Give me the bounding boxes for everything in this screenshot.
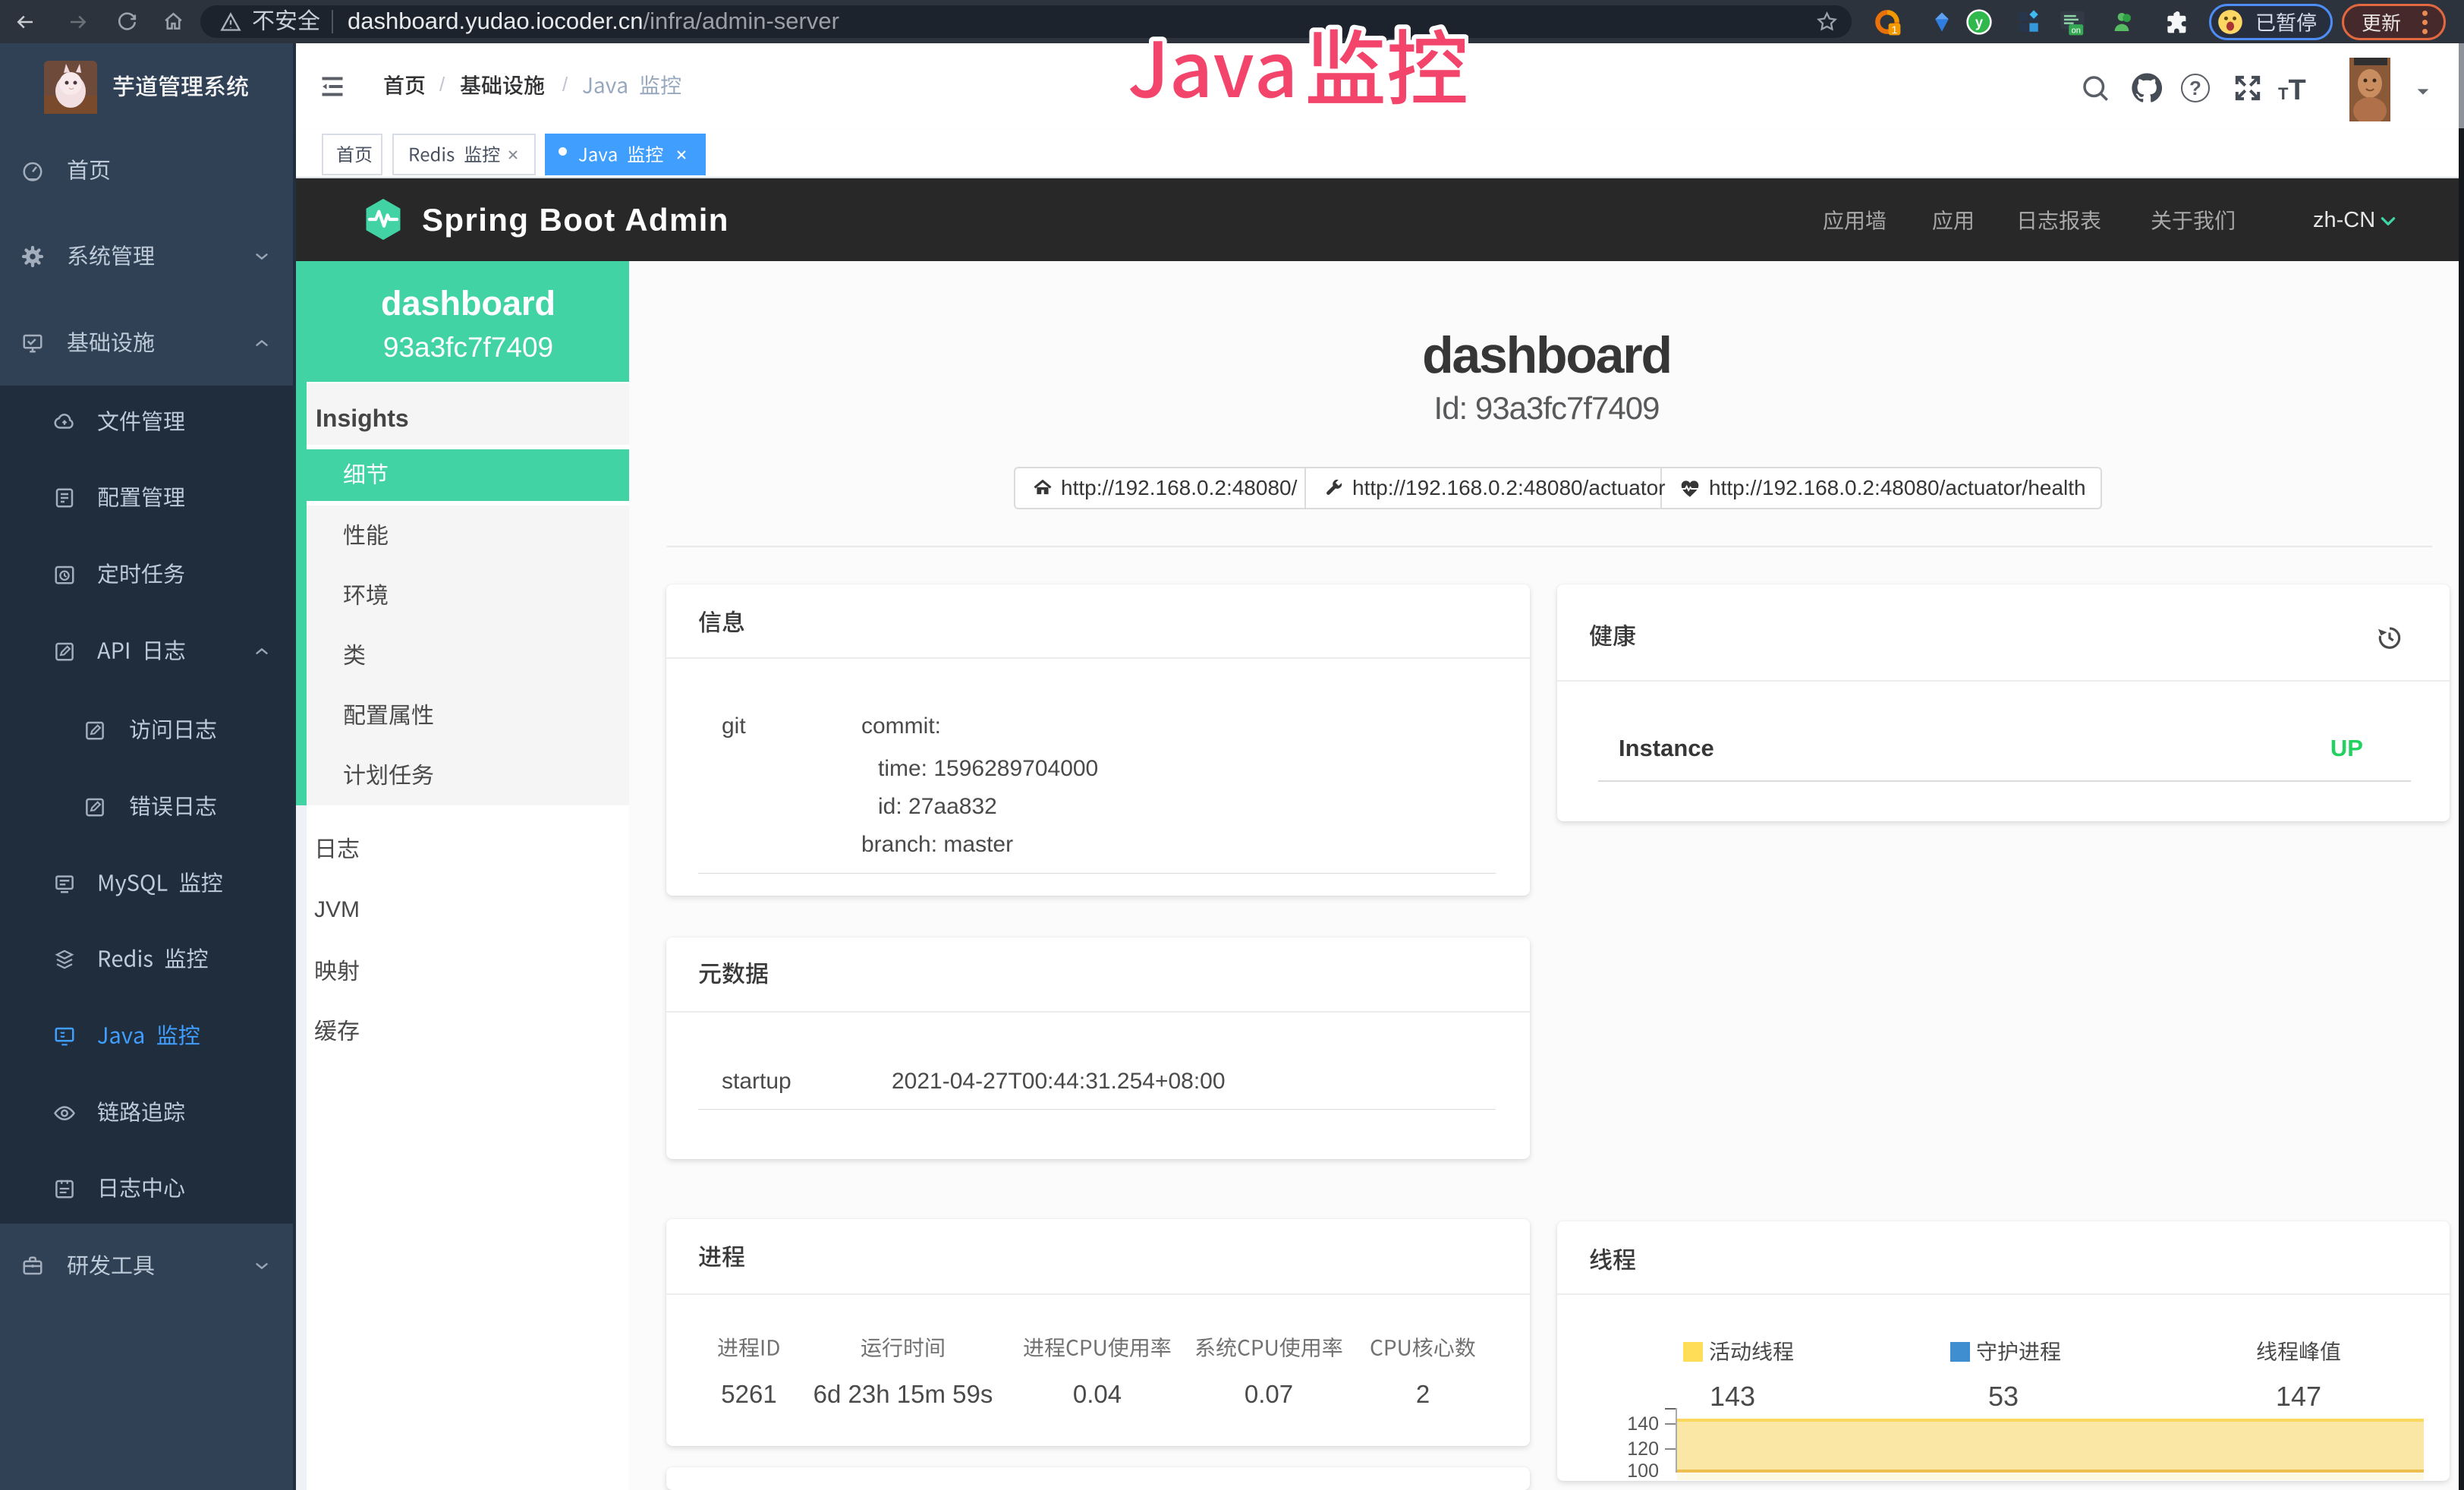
svg-text:y: y	[1975, 14, 1984, 30]
svg-text:1: 1	[1892, 24, 1898, 36]
svg-text:on: on	[2072, 26, 2081, 35]
